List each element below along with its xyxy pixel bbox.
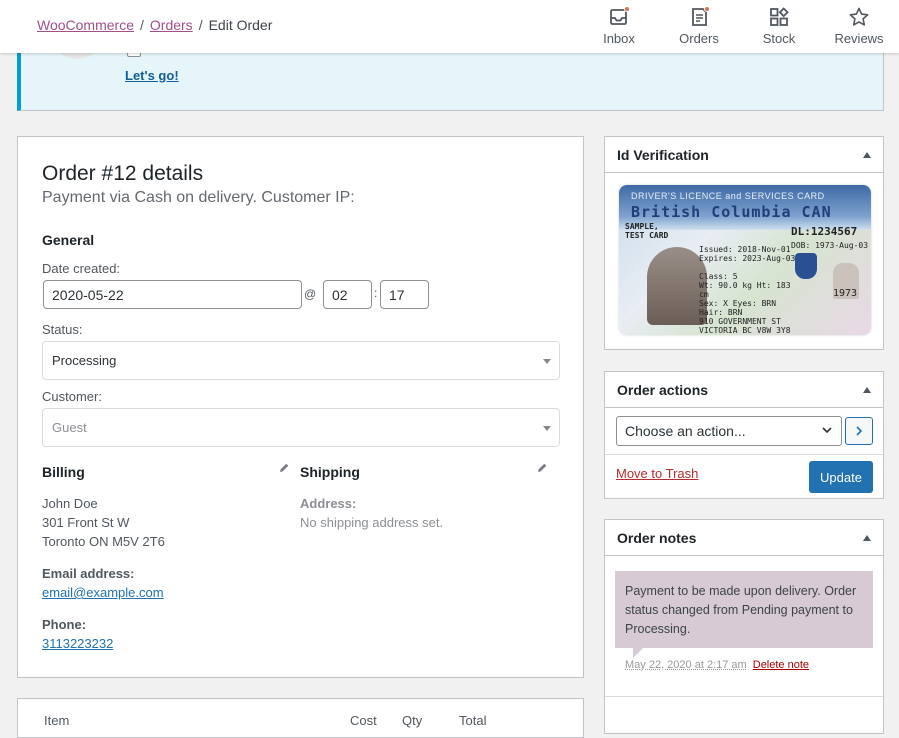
billing-city: Toronto ON M5V 2T6 (42, 534, 165, 549)
time-colon: : (374, 286, 378, 300)
card-expires: Expires: 2023-Aug-03 (699, 254, 796, 263)
delete-note-link[interactable]: Delete note (753, 659, 809, 671)
order-subtitle: Payment via Cash on delivery. Customer I… (42, 189, 355, 206)
order-details-panel: Order #12 details Payment via Cash on de… (17, 136, 584, 678)
minute-input[interactable]: 17 (380, 280, 429, 309)
customer-label: Customer: (42, 389, 102, 404)
card-class: Class: 5 (699, 272, 738, 281)
billing-phone-link[interactable]: 3113223232 (42, 636, 113, 651)
card-address-1: 910 GOVERNMENT ST (699, 317, 781, 326)
date-created-label: Date created: (42, 261, 121, 276)
order-note-meta: May 22, 2020 at 2:17 am Delete note (625, 659, 809, 671)
order-actions-header[interactable]: Order actions (605, 372, 883, 408)
card-year: 1973 (833, 288, 858, 299)
date-created-input[interactable]: 2020-05-22 (43, 280, 302, 309)
order-notes-title: Order notes (617, 529, 697, 546)
nav-reviews-label: Reviews (834, 31, 884, 46)
breadcrumb-orders-link[interactable]: Orders (150, 17, 193, 33)
status-select[interactable]: Processing (42, 341, 560, 380)
nav-orders[interactable]: Orders (659, 0, 739, 53)
breadcrumb-woocommerce-link[interactable]: WooCommerce (37, 17, 134, 33)
breadcrumb: WooCommerce / Orders / Edit Order (37, 17, 272, 33)
items-col-qty: Qty (402, 713, 423, 728)
bc-crest-icon (795, 253, 817, 279)
id-verification-header[interactable]: Id Verification (605, 137, 883, 173)
drivers-licence-image: DRIVER'S LICENCE and SERVICES CARD Briti… (619, 185, 871, 335)
hour-input[interactable]: 02 (323, 280, 372, 309)
order-notes-box: Order notes Payment to be made upon deli… (604, 519, 884, 734)
nav-stock-label: Stock (762, 31, 796, 46)
card-photo (647, 247, 707, 325)
nav-orders-label: Orders (679, 31, 719, 46)
breadcrumb-separator: / (140, 17, 144, 33)
chevron-down-icon (543, 358, 551, 364)
order-action-select[interactable]: Choose an action... (616, 416, 842, 446)
activity-nav: Inbox Orders Stock Reviews (579, 0, 899, 53)
chevron-down-icon (821, 424, 833, 439)
inbox-icon (608, 6, 630, 28)
order-note: Payment to be made upon delivery. Order … (615, 571, 873, 658)
chevron-down-icon (543, 425, 551, 431)
lets-go-link[interactable]: Let's go! (125, 68, 179, 83)
collapse-arrow-icon[interactable] (863, 535, 871, 541)
at-symbol: @ (304, 287, 317, 301)
card-dl: DL:1234567 (791, 225, 858, 238)
billing-address: John Doe 301 Front St W Toronto ON M5V 2… (42, 494, 165, 551)
move-to-trash-link[interactable]: Move to Trash (616, 466, 698, 481)
billing-email-link[interactable]: email@example.com (42, 585, 164, 600)
card-name-2: TEST CARD (625, 231, 669, 240)
items-col-item: Item (44, 713, 70, 728)
order-title: Order #12 details (42, 162, 204, 185)
items-col-total: Total (459, 713, 487, 728)
order-note-date: May 22, 2020 at 2:17 am (625, 659, 747, 671)
phone-label: Phone: (42, 617, 87, 632)
order-action-value: Choose an action... (625, 423, 746, 439)
shipping-address-label: Address: (300, 496, 357, 511)
order-items-panel: Item Cost Qty Total (17, 698, 584, 738)
nav-stock[interactable]: Stock (739, 0, 819, 53)
card-top-line: DRIVER'S LICENCE and SERVICES CARD (631, 191, 825, 201)
card-province: British Columbia CAN (631, 203, 832, 221)
star-icon (848, 6, 870, 28)
breadcrumb-current: Edit Order (208, 17, 273, 33)
id-verification-title: Id Verification (617, 146, 709, 163)
card-dob: DOB: 1973-Aug-03 (791, 241, 869, 250)
setup-notice: Let's go! (17, 25, 884, 111)
apply-action-button[interactable] (845, 417, 873, 445)
billing-street: 301 Front St W (42, 515, 130, 530)
billing-name: John Doe (42, 496, 98, 511)
update-button[interactable]: Update (809, 461, 873, 493)
breadcrumb-separator: / (198, 17, 203, 33)
billing-heading: Billing (42, 464, 85, 480)
stock-icon (768, 6, 790, 28)
card-address-2: VICTORIA BC V8W 3Y8 (699, 326, 791, 335)
edit-shipping-icon[interactable] (536, 462, 548, 474)
edit-billing-icon[interactable] (278, 462, 290, 474)
nav-reviews[interactable]: Reviews (819, 0, 899, 53)
order-actions-title: Order actions (617, 381, 709, 398)
order-notes-header[interactable]: Order notes (605, 520, 883, 556)
collapse-arrow-icon[interactable] (863, 152, 871, 158)
status-value: Processing (52, 353, 117, 368)
top-bar: WooCommerce / Orders / Edit Order Inbox Orde… (0, 0, 899, 53)
no-shipping-text: No shipping address set. (300, 515, 444, 530)
general-heading: General (42, 232, 95, 248)
shipping-heading: Shipping (300, 464, 360, 480)
id-verification-box: Id Verification DRIVER'S LICENCE and SER… (604, 136, 884, 350)
card-sex: Sex: X Eyes: BRN Hair: BRN (699, 299, 777, 317)
customer-select[interactable]: Guest (42, 408, 560, 447)
card-name-1: SAMPLE, (625, 222, 659, 231)
order-actions-box: Order actions Choose an action... Move t… (604, 371, 884, 499)
orders-icon (688, 6, 710, 28)
card-measures: Wt: 90.0 kg Ht: 183 cm (699, 281, 791, 299)
items-col-cost: Cost (350, 713, 377, 728)
customer-value: Guest (52, 420, 87, 435)
status-label: Status: (42, 322, 83, 337)
nav-inbox[interactable]: Inbox (579, 0, 659, 53)
email-label: Email address: (42, 566, 135, 581)
collapse-arrow-icon[interactable] (863, 387, 871, 393)
nav-inbox-label: Inbox (603, 31, 635, 46)
card-issued: Issued: 2018-Nov-01 (699, 245, 791, 254)
